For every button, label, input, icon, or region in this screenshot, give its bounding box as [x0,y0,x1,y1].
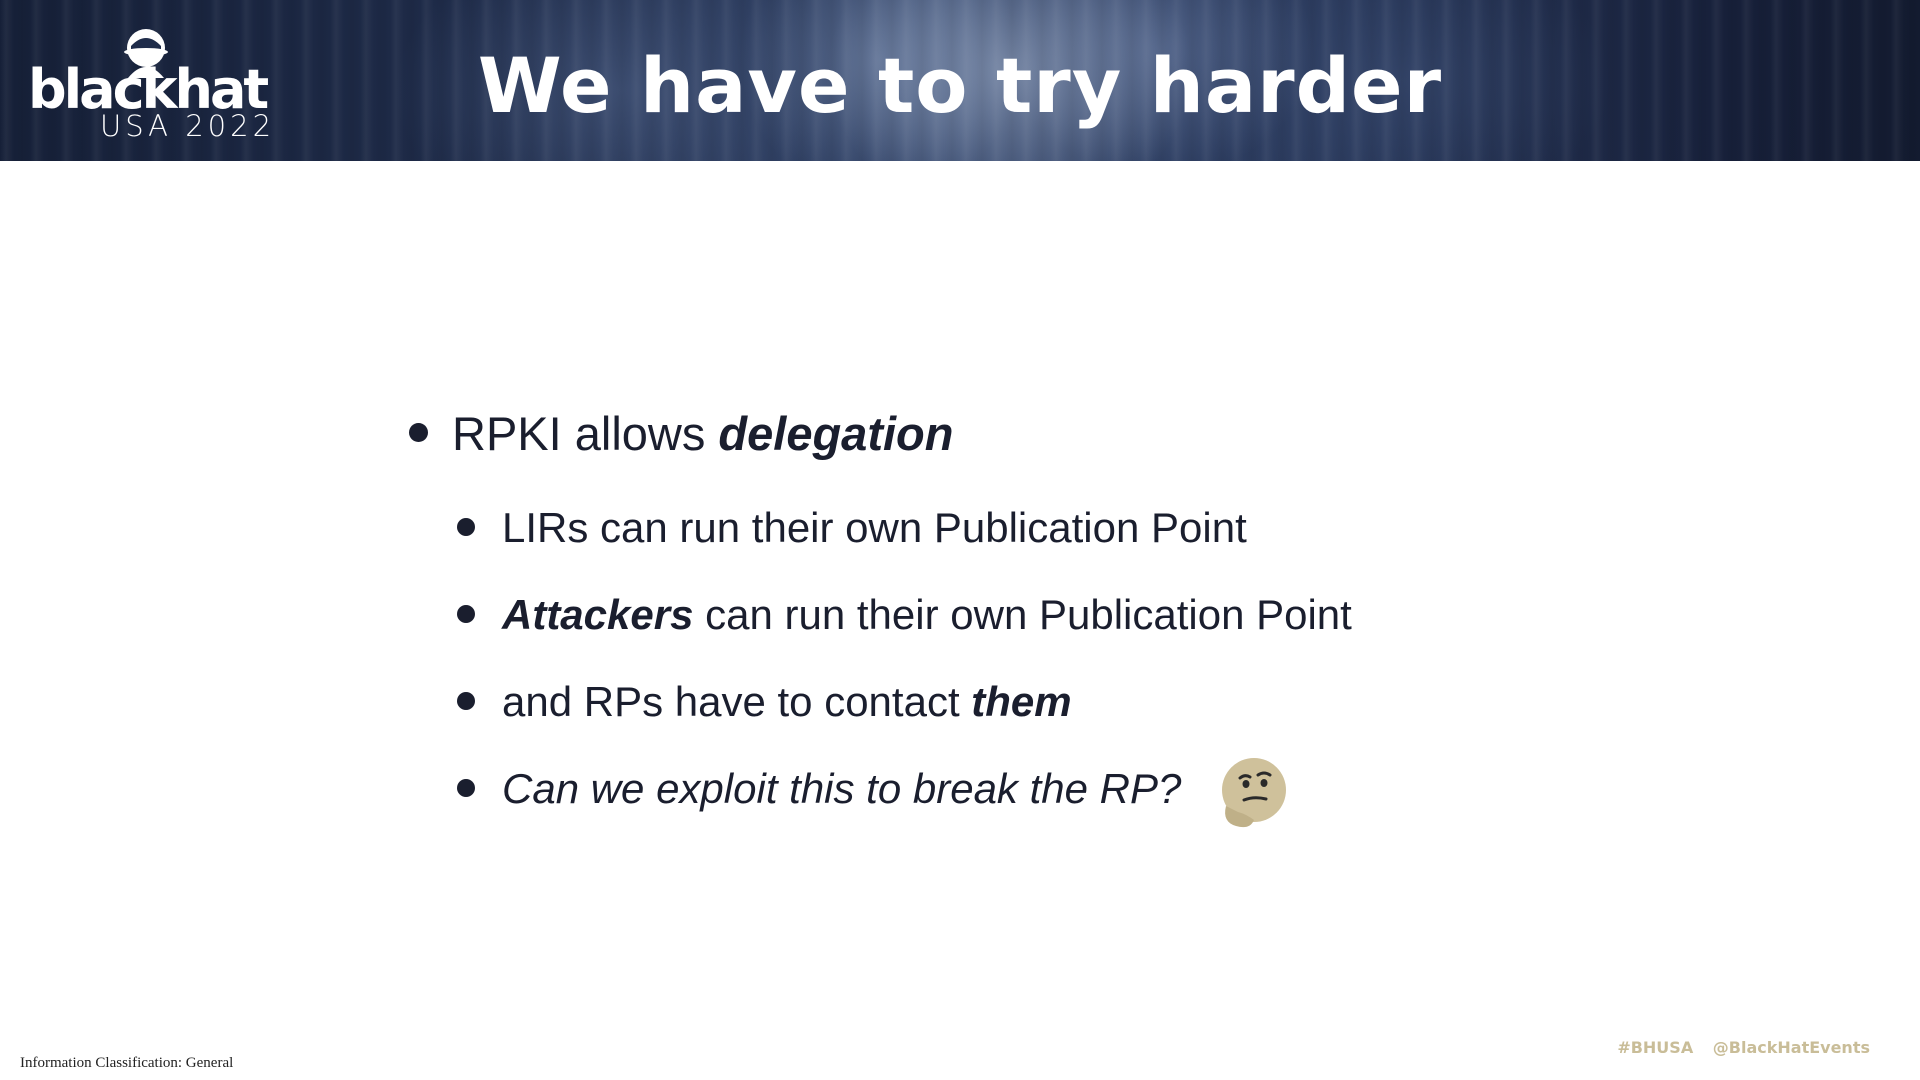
bullet-rpki-delegation: RPKI allows delegation [452,406,953,462]
hashtag-label: #BHUSA [1617,1038,1694,1057]
bullet-dot [409,423,428,442]
sub-bullet-dot [457,518,475,536]
sub-bullet-emphasis: Attackers [502,591,694,638]
logo-event: USA 2022 [100,109,276,143]
blackhat-logo: blackhat USA 2022 [28,26,303,142]
bullet-list: RPKI allows delegation LIRs can run thei… [0,0,1920,1080]
sub-bullet-dot [457,605,475,623]
sub-bullet-text: LIRs can run their own Publication Point [502,504,1247,551]
sub-bullet-text: Can we exploit this to break the RP? [502,765,1182,812]
sub-bullet-exploit: Can we exploit this to break the RP? [502,763,1181,815]
sub-bullet-text: can run their own Publication Point [693,591,1352,638]
sub-bullet-contact: and RPs have to contact them [502,676,1072,728]
sub-bullet-dot [457,692,475,710]
sub-bullet-lirs: LIRs can run their own Publication Point [502,502,1247,554]
thinking-face-icon [1222,758,1286,828]
slide-title: We have to try harder [477,41,1443,130]
bullet-emphasis: delegation [718,407,954,460]
twitter-handle-label: @BlackHatEvents [1712,1038,1870,1057]
sub-bullet-emphasis: them [971,678,1072,725]
sub-bullet-text: and RPs have to contact [502,678,972,725]
sub-bullet-attackers: Attackers can run their own Publication … [502,589,1352,641]
classification-label: Information Classification: General [20,1055,234,1071]
sub-bullet-dot [457,779,475,797]
bullet-text: RPKI allows [452,407,719,460]
slide: blackhat USA 2022 We have to try harder … [0,0,1920,1080]
footer-tags: #BHUSA @BlackHatEvents [1603,1038,1870,1057]
